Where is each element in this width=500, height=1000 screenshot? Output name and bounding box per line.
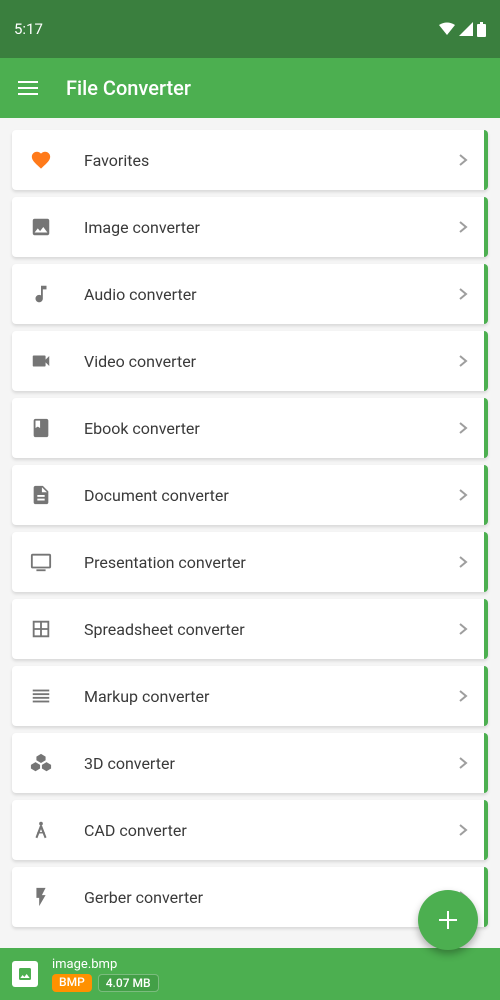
chevron-right-icon bbox=[458, 689, 468, 703]
video-icon bbox=[28, 348, 54, 374]
chevron-right-icon bbox=[458, 622, 468, 636]
battery-icon bbox=[477, 22, 486, 37]
app-title: File Converter bbox=[66, 76, 191, 100]
bolt-icon bbox=[28, 884, 54, 910]
converter-label: Spreadsheet converter bbox=[84, 620, 245, 639]
chevron-right-icon bbox=[458, 287, 468, 301]
converter-card[interactable]: Spreadsheet converter bbox=[12, 599, 488, 659]
cubes-icon bbox=[28, 750, 54, 776]
converter-card[interactable]: CAD converter bbox=[12, 800, 488, 860]
converter-label: CAD converter bbox=[84, 821, 187, 840]
music-note-icon bbox=[28, 281, 54, 307]
file-format-badge: BMP bbox=[52, 974, 92, 992]
status-bar: 5:17 bbox=[0, 0, 500, 58]
chevron-right-icon bbox=[458, 354, 468, 368]
converter-label: Document converter bbox=[84, 486, 229, 505]
grid-icon bbox=[28, 616, 54, 642]
chevron-right-icon bbox=[458, 153, 468, 167]
chevron-right-icon bbox=[458, 488, 468, 502]
status-time: 5:17 bbox=[14, 20, 43, 38]
converter-label: Markup converter bbox=[84, 687, 209, 706]
book-icon bbox=[28, 415, 54, 441]
converter-label: Audio converter bbox=[84, 285, 197, 304]
status-icons bbox=[439, 22, 486, 37]
chevron-right-icon bbox=[458, 756, 468, 770]
chevron-right-icon bbox=[458, 823, 468, 837]
converter-card[interactable]: Ebook converter bbox=[12, 398, 488, 458]
document-icon bbox=[28, 482, 54, 508]
file-name: image.bmp bbox=[52, 957, 159, 972]
converter-card[interactable]: Audio converter bbox=[12, 264, 488, 324]
heart-icon bbox=[28, 147, 54, 173]
file-thumbnail bbox=[12, 961, 38, 987]
converter-card[interactable]: Document converter bbox=[12, 465, 488, 525]
converter-card[interactable]: Presentation converter bbox=[12, 532, 488, 592]
converter-label: Favorites bbox=[84, 151, 149, 170]
converter-list: Favorites Image converter Audio converte… bbox=[0, 118, 500, 927]
converter-label: Presentation converter bbox=[84, 553, 246, 572]
lines-icon bbox=[28, 683, 54, 709]
chevron-right-icon bbox=[458, 220, 468, 234]
add-button[interactable] bbox=[418, 890, 478, 950]
converter-card[interactable]: Favorites bbox=[12, 130, 488, 190]
converter-label: 3D converter bbox=[84, 754, 175, 773]
converter-label: Video converter bbox=[84, 352, 196, 371]
signal-icon bbox=[459, 22, 473, 36]
converter-label: Ebook converter bbox=[84, 419, 200, 438]
file-bar[interactable]: image.bmp BMP 4.07 MB bbox=[0, 948, 500, 1000]
image-icon bbox=[28, 214, 54, 240]
converter-card[interactable]: Video converter bbox=[12, 331, 488, 391]
image-icon bbox=[17, 966, 33, 982]
wifi-icon bbox=[439, 22, 455, 36]
menu-button[interactable] bbox=[18, 81, 38, 95]
plus-icon bbox=[437, 909, 459, 931]
converter-card[interactable]: 3D converter bbox=[12, 733, 488, 793]
converter-card[interactable]: Markup converter bbox=[12, 666, 488, 726]
converter-label: Gerber converter bbox=[84, 888, 203, 907]
chevron-right-icon bbox=[458, 421, 468, 435]
compass-icon bbox=[28, 817, 54, 843]
converter-label: Image converter bbox=[84, 218, 200, 237]
app-bar: File Converter bbox=[0, 58, 500, 118]
converter-card[interactable]: Image converter bbox=[12, 197, 488, 257]
monitor-icon bbox=[28, 549, 54, 575]
file-size-badge: 4.07 MB bbox=[98, 974, 159, 992]
file-info: image.bmp BMP 4.07 MB bbox=[52, 957, 159, 992]
chevron-right-icon bbox=[458, 555, 468, 569]
converter-card[interactable]: Gerber converter bbox=[12, 867, 488, 927]
